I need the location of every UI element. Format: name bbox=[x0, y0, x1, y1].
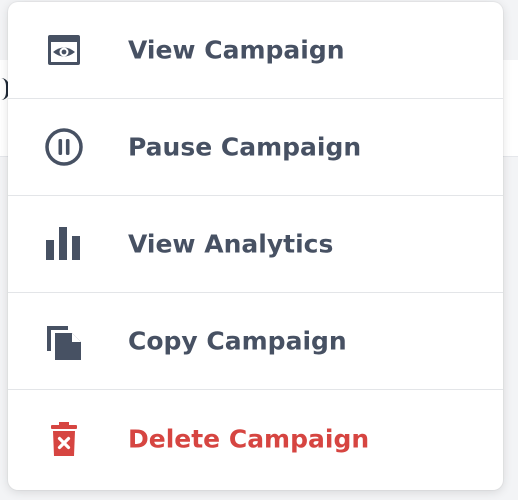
menu-item-label: View Campaign bbox=[128, 35, 345, 65]
menu-item-delete-campaign[interactable]: Delete Campaign bbox=[8, 390, 503, 488]
menu-item-view-campaign[interactable]: View Campaign bbox=[8, 2, 503, 99]
eye-window-icon bbox=[44, 30, 84, 70]
bar-chart-icon bbox=[44, 224, 84, 264]
menu-item-label: View Analytics bbox=[128, 229, 334, 259]
menu-item-label: Pause Campaign bbox=[128, 132, 362, 162]
menu-item-label: Copy Campaign bbox=[128, 326, 347, 356]
menu-item-pause-campaign[interactable]: Pause Campaign bbox=[8, 99, 503, 196]
campaign-actions-menu: View Campaign Pause Campaign View Analyt… bbox=[8, 2, 503, 490]
menu-item-view-analytics[interactable]: View Analytics bbox=[8, 196, 503, 293]
copy-icon bbox=[44, 321, 84, 361]
trash-icon bbox=[44, 419, 84, 459]
menu-item-label: Delete Campaign bbox=[128, 424, 370, 454]
menu-item-copy-campaign[interactable]: Copy Campaign bbox=[8, 293, 503, 390]
pause-circle-icon bbox=[44, 127, 84, 167]
